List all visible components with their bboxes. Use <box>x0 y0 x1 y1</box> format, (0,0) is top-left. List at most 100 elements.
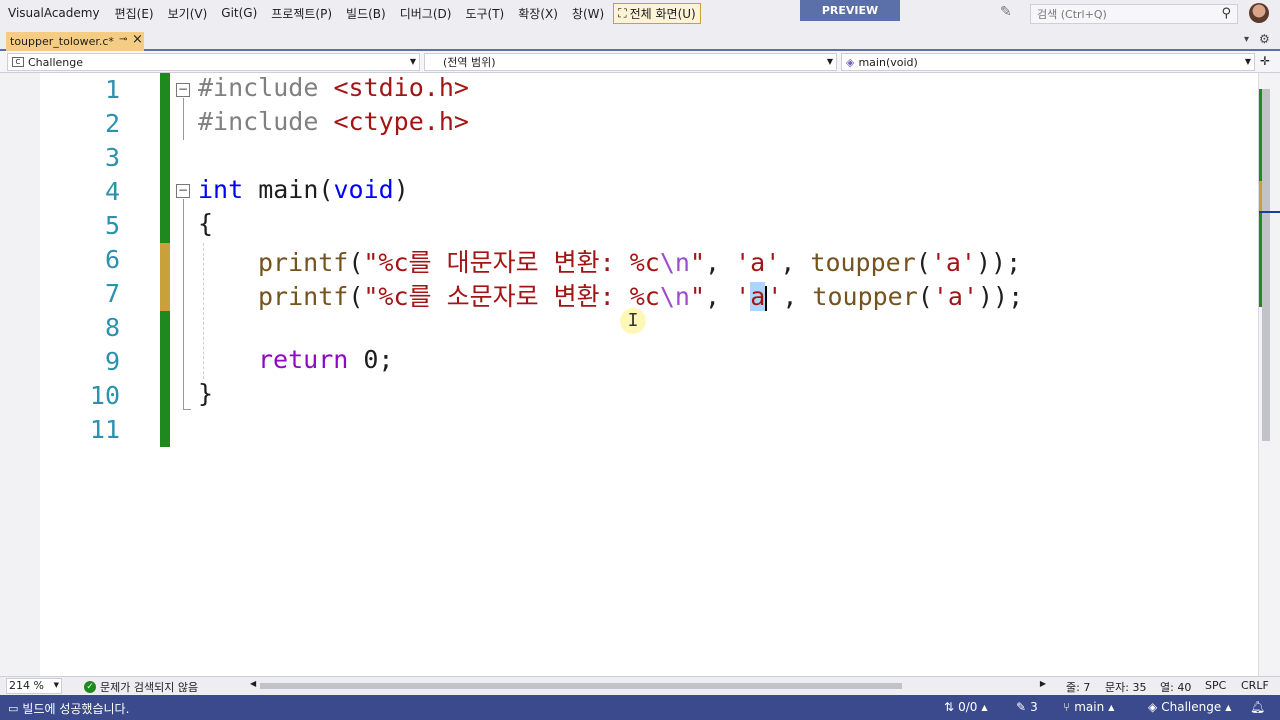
line-number: 3 <box>104 143 120 172</box>
char-token: 'a' <box>932 282 978 311</box>
line-number: 4 <box>104 177 120 206</box>
updown-commits[interactable]: ⇅ 0/0 ▲ <box>944 700 988 714</box>
close-icon[interactable]: × <box>132 32 143 47</box>
scrollbar-thumb[interactable] <box>1262 89 1270 441</box>
search-icon: ⚲ <box>1221 6 1231 21</box>
menu-tools[interactable]: 도구(T) <box>458 5 511 22</box>
chevron-up-icon: ▲ <box>1225 702 1232 712</box>
col-indicator[interactable]: 열: 40 <box>1160 679 1191 695</box>
code-line-4: int main(void) <box>198 175 409 204</box>
scroll-unsaved-marker <box>1259 181 1262 211</box>
code-line-7: printf("%c를 소문자로 변환: %c\n", 'a', toupper… <box>258 277 1023 313</box>
glyph-margin <box>0 73 40 676</box>
member-dropdown[interactable]: ◈ main(void) ▼ <box>841 53 1255 71</box>
menu-view[interactable]: 보기(V) <box>161 5 215 22</box>
code-line-10: } <box>198 379 214 408</box>
punct-token: ( <box>348 282 364 311</box>
header-token: <ctype.h> <box>333 107 469 136</box>
vertical-scrollbar[interactable] <box>1258 73 1280 676</box>
fullscreen-label: 전체 화면(U) <box>629 6 696 21</box>
line-number: 5 <box>104 211 120 240</box>
repo-selector[interactable]: ◈ Challenge ▲ <box>1148 700 1231 714</box>
line-number: 7 <box>104 279 120 308</box>
split-icon[interactable]: ✛ <box>1260 54 1270 68</box>
feedback-icon[interactable]: ✎ <box>1000 4 1018 22</box>
line-ending-indicator[interactable]: CRLF <box>1241 679 1269 692</box>
arrows-updown-icon: ⇅ <box>944 700 955 714</box>
project-icon: C <box>12 57 24 67</box>
punct-token: )); <box>975 248 1022 277</box>
menu-build[interactable]: 빌드(B) <box>339 5 393 22</box>
preprocessor-token: #include <box>198 73 334 102</box>
menu-project[interactable]: 프로젝트(P) <box>264 5 339 22</box>
punct-token: ) <box>393 175 409 204</box>
code-line-5: { <box>198 209 214 238</box>
header-token: <stdio.h> <box>333 73 469 102</box>
punct-token: ( <box>917 282 933 311</box>
menu-window[interactable]: 창(W) <box>565 5 611 22</box>
menu-extensions[interactable]: 확장(X) <box>511 5 565 22</box>
issues-indicator[interactable]: ✓ 문제가 검색되지 않음 <box>84 679 198 695</box>
outline-end <box>183 409 191 410</box>
code-editor[interactable]: 1 2 3 4 5 6 7 8 9 10 11 − − #include <st… <box>0 73 1258 676</box>
tab-toupper-tolower[interactable]: toupper_tolower.c* ⊸ × <box>6 32 144 51</box>
function-token: printf <box>258 282 349 311</box>
fullscreen-button[interactable]: ⛶ 전체 화면(U) <box>613 2 701 24</box>
escape-token: \n <box>659 282 690 311</box>
pin-icon[interactable]: ⊸ <box>119 34 127 45</box>
navigation-bar: C Challenge ▼ (전역 범위) ▼ ◈ main(void) ▼ ✛ <box>0 51 1280 73</box>
line-number: 1 <box>104 75 120 104</box>
branch-selector[interactable]: ⑂ main ▲ <box>1063 700 1114 714</box>
horizontal-scrollbar[interactable]: ◀ ▶ <box>250 679 1046 691</box>
scroll-left-icon[interactable]: ◀ <box>250 679 256 688</box>
identifier-token: main( <box>243 175 334 204</box>
notifications-button[interactable]: 🔔︎ <box>1250 700 1265 714</box>
collapse-toggle[interactable]: − <box>176 184 190 198</box>
tab-list-dropdown-icon[interactable]: ▾ <box>1244 34 1249 45</box>
char-indicator[interactable]: 문자: 35 <box>1105 679 1146 695</box>
selected-text: a <box>750 282 766 311</box>
menu-git[interactable]: Git(G) <box>214 6 264 20</box>
chevron-up-icon: ▲ <box>981 702 988 712</box>
collapse-toggle[interactable]: − <box>176 83 190 97</box>
preprocessor-token: #include <box>198 107 334 136</box>
menu-debug[interactable]: 디버그(D) <box>393 5 459 22</box>
mouse-ibeam-icon: I <box>620 308 646 334</box>
build-icon: ▭ <box>8 702 19 715</box>
function-token: toupper <box>812 282 918 311</box>
search-input[interactable]: 검색 (Ctrl+Q) ⚲ <box>1030 4 1238 24</box>
keyword-token: return <box>258 345 349 374</box>
line-number: 9 <box>104 347 120 376</box>
repo-label: Challenge <box>1161 700 1222 714</box>
char-quote: ' <box>735 282 751 311</box>
menu-edit[interactable]: 편집(E) <box>108 5 161 22</box>
change-marker-saved <box>160 73 170 243</box>
build-status: ▭ 빌드에 성공했습니다. <box>8 700 129 717</box>
string-token: "%c를 소문자로 변환: %c <box>363 282 660 311</box>
pending-edits[interactable]: ✎ 3 <box>1016 700 1038 714</box>
whitespace-indicator[interactable]: SPC <box>1205 679 1226 692</box>
editor-status-row: 214 % ▼ ✓ 문제가 검색되지 않음 ◀ ▶ 줄: 7 문자: 35 열:… <box>0 676 1280 695</box>
scrollbar-thumb[interactable] <box>260 683 902 689</box>
pencil-icon: ✎ <box>1016 700 1027 714</box>
punct-token: ( <box>348 248 364 277</box>
scope-dropdown[interactable]: (전역 범위) ▼ <box>424 53 837 71</box>
branch-icon: ⑂ <box>1063 700 1071 714</box>
code-line-2: #include <ctype.h> <box>198 107 469 136</box>
function-token: toupper <box>810 248 916 277</box>
avatar[interactable] <box>1249 3 1269 23</box>
gear-icon[interactable]: ⚙ <box>1259 32 1270 46</box>
indent-guide <box>203 243 204 379</box>
string-token: "%c를 대문자로 변환: %c <box>363 248 660 277</box>
change-marker-saved <box>160 311 170 447</box>
line-number: 6 <box>104 245 120 274</box>
menu-bar: VisualAcademy 편집(E) 보기(V) Git(G) 프로젝트(P)… <box>0 0 1280 26</box>
outline-line <box>183 199 184 409</box>
project-dropdown[interactable]: C Challenge ▼ <box>7 53 420 71</box>
updown-count: 0/0 <box>958 700 978 714</box>
punct-token: , <box>780 248 811 277</box>
line-indicator[interactable]: 줄: 7 <box>1066 679 1090 695</box>
zoom-dropdown[interactable]: 214 % ▼ <box>6 678 62 694</box>
chevron-up-icon: ▲ <box>1108 702 1115 712</box>
scroll-right-icon[interactable]: ▶ <box>1040 679 1046 688</box>
